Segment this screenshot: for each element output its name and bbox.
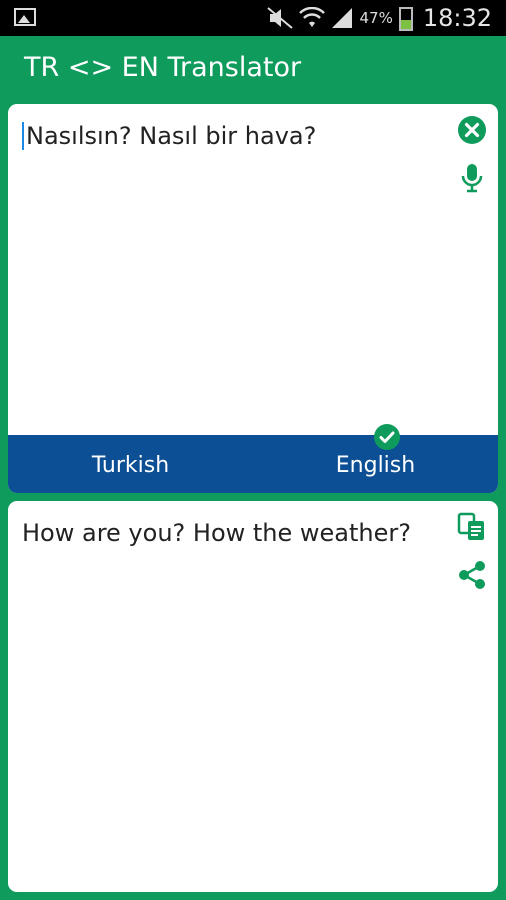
gallery-icon bbox=[14, 8, 36, 26]
wifi-icon bbox=[299, 7, 326, 27]
language-bar: Turkish English bbox=[8, 424, 498, 493]
app-title: TR <> EN Translator bbox=[24, 52, 302, 83]
app-bar: TR <> EN Translator bbox=[0, 36, 506, 104]
microphone-icon[interactable] bbox=[456, 162, 488, 194]
language-to[interactable]: English bbox=[253, 453, 498, 478]
battery-icon bbox=[398, 7, 413, 31]
result-panel: How are you? How the weather? bbox=[8, 501, 498, 892]
copy-icon[interactable] bbox=[456, 511, 488, 543]
status-bar: 47% 18:32 bbox=[0, 0, 506, 36]
source-input[interactable]: Nasılsın? Nasıl bir hava? bbox=[22, 122, 438, 150]
source-panel: Nasılsın? Nasıl bir hava? Turkish Englis… bbox=[8, 104, 498, 493]
mute-icon bbox=[267, 7, 294, 29]
language-from[interactable]: Turkish bbox=[8, 453, 253, 478]
check-icon bbox=[374, 424, 400, 450]
clock: 18:32 bbox=[422, 4, 492, 32]
signal-icon bbox=[332, 8, 353, 28]
clear-icon[interactable] bbox=[456, 114, 488, 146]
translation-output: How are you? How the weather? bbox=[22, 519, 411, 547]
share-icon[interactable] bbox=[456, 559, 488, 591]
battery-fill bbox=[400, 19, 411, 29]
battery-percent: 47% bbox=[359, 9, 393, 27]
